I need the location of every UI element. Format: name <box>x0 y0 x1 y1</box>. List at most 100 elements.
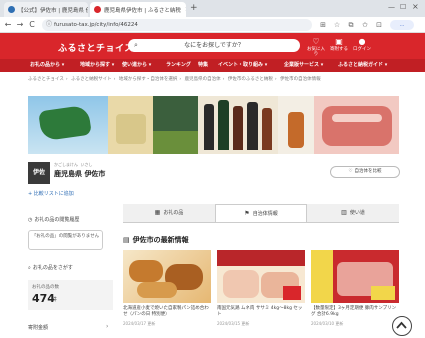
city-logo-image <box>28 96 108 154</box>
minimize-icon[interactable]: — <box>388 3 395 11</box>
card-title: 南国元気鶏 ムネ肉 ササミ 4kg〜8kg セット <box>217 306 303 318</box>
add-to-compare-link[interactable]: + 比較リストに追加 <box>28 190 74 197</box>
city-kana-text: いさし <box>80 162 93 167</box>
close-tab-icon[interactable]: × <box>181 6 186 13</box>
browser-toolbar: ← → C ⓘ furusato-tax.jp/city/info/46224 … <box>0 17 425 33</box>
star-icon[interactable]: ☆ <box>332 20 342 30</box>
bread-image <box>123 250 211 303</box>
card-date: 2024/03/17 更新 <box>123 321 156 326</box>
city-name: 伊佐市 <box>84 170 106 178</box>
browser-tab-1[interactable]: 【公式】伊佐市 | 鹿児島県 伊佐市 × <box>4 2 88 17</box>
scroll-to-top-button[interactable] <box>392 316 412 336</box>
tab-usage[interactable]: ▥ 使い道 <box>307 204 399 222</box>
nav-item-gifts[interactable]: お礼の品から ▾ <box>30 59 64 72</box>
favorites-label: お気に入り <box>307 46 325 57</box>
tab-title: 【公式】伊佐市 | 鹿児島県 伊佐市 <box>18 7 88 14</box>
prefecture-name: 鹿児島県 <box>54 170 82 178</box>
card-title: 【数量限定】3ヶ月定期便 豚肉サンプリング 合計6.9kg <box>311 306 397 318</box>
translate-icon[interactable]: ⊞ <box>318 20 328 30</box>
card-title: 北海道産小麦で焼いた自家製パン詰め合わせ（パンの日 特別便） <box>123 306 209 318</box>
nav-item-events[interactable]: イベント・取り組み ▾ <box>218 59 267 72</box>
breadcrumb-item[interactable]: ふるさと納税サイト <box>71 77 112 82</box>
nav-item-usage[interactable]: 使い道から ▾ <box>122 59 151 72</box>
flag-icon: ⚑ <box>244 210 250 217</box>
nav-item-corporate[interactable]: 企業版サービス ▾ <box>284 59 323 72</box>
nav-item-guide[interactable]: ふるさと納税ガイド ▾ <box>338 59 387 72</box>
search-placeholder: なにをお探しですか？ <box>184 42 244 49</box>
new-tab-button[interactable]: + <box>190 3 198 13</box>
section-title: ▤ 伊佐市の最新情報 <box>123 236 189 244</box>
news-card[interactable]: 南国元気鶏 ムネ肉 ササミ 4kg〜8kg セット 2024/03/15 更新 <box>217 250 305 338</box>
history-heading: ◷ お礼の品の閲覧履歴 <box>28 217 80 223</box>
site-info-icon[interactable]: ⓘ <box>46 19 52 31</box>
person-icon: ● <box>358 37 366 46</box>
card-date: 2024/03/15 更新 <box>217 321 250 326</box>
chevron-right-icon[interactable]: › <box>106 323 108 330</box>
chart-icon: ▥ <box>341 209 347 216</box>
gift-count-label: お礼の品の数 <box>32 285 59 290</box>
breadcrumb-item[interactable]: 地域から探す・自治体を選択 <box>119 77 178 82</box>
field-image <box>153 96 198 154</box>
history-empty-box: 「お礼の品」の閲覧がありません <box>28 230 103 250</box>
compare-button-label: 自治体を比較 <box>354 169 382 174</box>
pork-image <box>311 250 399 303</box>
site-nav: お礼の品から ▾ 地域から探す ▾ 使い道から ▾ ランキング 特集 イベント・… <box>0 59 425 72</box>
breadcrumb-item[interactable]: ふるさとチョイス <box>28 77 64 82</box>
cart-label: 寄附する <box>330 46 348 52</box>
chevron-up-icon <box>396 321 407 329</box>
breadcrumb-item[interactable]: 鹿児島県の自治体 <box>185 77 221 82</box>
breadcrumb-item[interactable]: 伊佐市のふるさと納税 <box>228 77 273 82</box>
chicken-image <box>217 250 305 303</box>
site-header: ふるさとチョイス ⌕ なにをお探しですか？ ♡ お気に入り ▣ 寄附する ● ロ… <box>0 33 425 59</box>
nav-item-ranking[interactable]: ランキング <box>166 59 191 72</box>
sauce-image <box>278 96 314 154</box>
news-card[interactable]: 北海道産小麦で焼いた自家製パン詰め合わせ（パンの日 特別便） 2024/03/1… <box>123 250 211 338</box>
grid-icon: ▦ <box>154 209 161 216</box>
breadcrumb-item: 伊佐市の自治体情報 <box>280 77 321 82</box>
login-link[interactable]: ● ログイン <box>351 37 373 52</box>
rice-image <box>108 96 153 154</box>
maximize-icon[interactable]: ☐ <box>400 3 406 11</box>
search-icon: ⌕ <box>28 265 31 271</box>
tab-gifts[interactable]: ▦ お礼の品 <box>123 204 215 222</box>
forward-button[interactable]: → <box>15 20 25 30</box>
search-input[interactable]: ⌕ なにをお探しですか？ <box>128 39 300 52</box>
filter-donation-amount[interactable]: 寄附金額 <box>28 324 48 331</box>
tab-city-info[interactable]: ⚑ 自治体情報 <box>215 204 307 222</box>
city-title: 鹿児島県 伊佐市 <box>54 169 105 179</box>
clock-icon: ◷ <box>28 217 33 223</box>
breadcrumb: ふるさとチョイス › ふるさと納税サイト › 地域から探す・自治体を選択 › 鹿児島県… <box>28 77 321 82</box>
extensions-icon[interactable]: ⧉ <box>346 20 356 30</box>
cart-icon: ▣ <box>335 37 343 46</box>
profile-button[interactable]: … <box>390 20 414 30</box>
favicon <box>8 6 15 13</box>
site-logo[interactable]: ふるさとチョイス <box>58 41 134 54</box>
favorites-link[interactable]: ♡ お気に入り <box>305 37 327 57</box>
url-text: furusato-tax.jp/city/info/46224 <box>54 22 138 28</box>
pref-kana: かごしまけん <box>54 162 78 167</box>
reload-button[interactable]: C <box>27 20 37 30</box>
search-gifts-heading: ⌕ お礼の品をさがす <box>28 265 73 271</box>
shochu-bottles-image <box>198 96 278 154</box>
city-kana: かごしまけん いさし <box>54 162 93 168</box>
heart-icon: ♡ <box>312 37 320 46</box>
tab-title: 鹿児島県伊佐市 | ふるさと納税 <box>104 7 181 14</box>
browser-tab-bar: 【公式】伊佐市 | 鹿児島県 伊佐市 × 鹿児島県伊佐市 | ふるさと納税 × … <box>0 0 425 17</box>
meat-image <box>314 96 399 154</box>
browser-tab-2[interactable]: 鹿児島県伊佐市 | ふるさと納税 × <box>90 2 186 17</box>
back-button[interactable]: ← <box>3 20 13 30</box>
nav-item-region[interactable]: 地域から探す ▾ <box>80 59 114 72</box>
hero-banner <box>28 96 399 154</box>
cart-link[interactable]: ▣ 寄附する <box>328 37 350 52</box>
login-label: ログイン <box>353 46 371 52</box>
favorites-icon[interactable]: ✩ <box>360 20 370 30</box>
nav-item-feature[interactable]: 特集 <box>198 59 208 72</box>
close-window-icon[interactable]: × <box>412 2 419 11</box>
heart-icon: ♡ <box>348 169 353 174</box>
collections-icon[interactable]: ⊡ <box>374 20 384 30</box>
gift-count-unit: 件 <box>52 297 58 303</box>
address-bar[interactable]: ⓘ furusato-tax.jp/city/info/46224 <box>42 19 312 31</box>
favicon <box>94 6 101 13</box>
compare-button[interactable]: ♡ 自治体を比較 <box>330 166 400 178</box>
news-card[interactable]: 【数量限定】3ヶ月定期便 豚肉サンプリング 合計6.9kg 2024/03/10… <box>311 250 399 338</box>
